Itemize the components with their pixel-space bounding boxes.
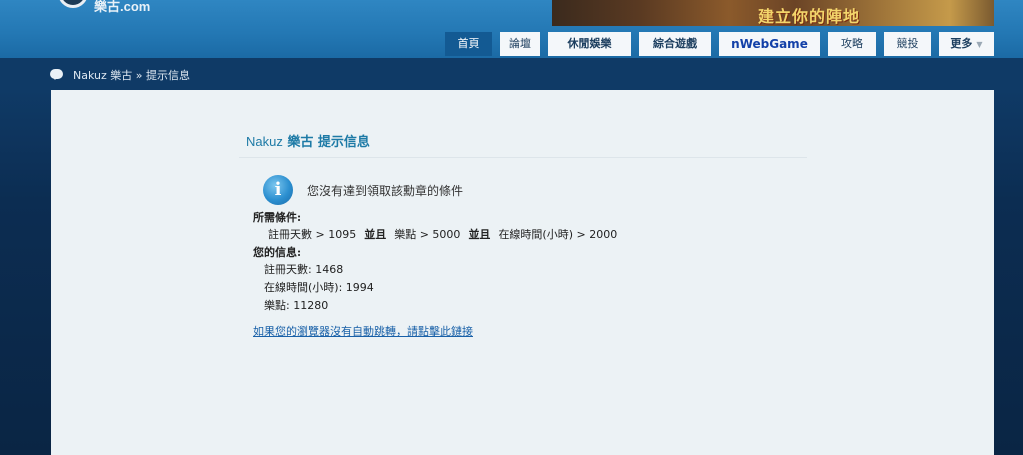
notice-message: 您沒有達到領取該勳章的條件 — [307, 184, 464, 198]
nav-item-guides[interactable]: 攻略 — [828, 32, 876, 56]
header-bar: 樂古.com 建立你的陣地 首頁 論壇 休閒娛樂 綜合遊戲 nWebGame 攻… — [0, 0, 1023, 58]
header-banner-ad[interactable]: 建立你的陣地 — [552, 0, 994, 26]
nav-item-games[interactable]: 綜合遊戲 — [639, 32, 711, 56]
nav-item-more[interactable]: 更多 ▼ — [939, 32, 994, 56]
notice-title-brand: Nakuz — [246, 134, 283, 149]
condition-item: 樂點 > 5000 — [394, 228, 461, 241]
nav-item-auction[interactable]: 競投 — [884, 32, 931, 56]
nav-item-nwebgame[interactable]: nWebGame — [719, 32, 820, 56]
notice-title: Nakuz 樂古 提示信息 — [239, 128, 807, 158]
nav-item-leisure[interactable]: 休閒娛樂 — [548, 32, 631, 56]
your-info-item: 註冊天數: 1468 — [264, 263, 344, 276]
nav-item-forum[interactable]: 論壇 — [500, 32, 540, 56]
nav-more-label: 更多 — [950, 37, 973, 50]
your-info-item: 在線時間(小時): 1994 — [264, 281, 374, 294]
condition-item: 在線時間(小時) > 2000 — [498, 228, 618, 241]
chevron-down-icon: ▼ — [976, 40, 983, 49]
notice-details: 所需條件: 註冊天數 > 1095 並且 樂點 > 5000 並且 在線時間(小時) >… — [253, 209, 793, 315]
required-conditions-line: 註冊天數 > 1095 並且 樂點 > 5000 並且 在線時間(小時) > 2000 — [253, 226, 793, 244]
redirect-link[interactable]: 如果您的瀏覽器沒有自動跳轉，請點擊此鏈接 — [253, 323, 473, 339]
nav-item-home[interactable]: 首頁 — [445, 32, 492, 56]
required-conditions-label: 所需條件: — [253, 211, 302, 224]
breadcrumb-text[interactable]: Nakuz 樂古 » 提示信息 — [73, 67, 190, 83]
breadcrumb: Nakuz 樂古 » 提示信息 — [0, 58, 1023, 90]
and-label: 並且 — [468, 228, 491, 241]
logo-emblem-icon — [58, 0, 88, 8]
your-info-item: 樂點: 11280 — [264, 299, 329, 312]
notice-box: Nakuz 樂古 提示信息 i 您沒有達到領取該勳章的條件 所需條件: 註冊天數… — [239, 128, 807, 338]
and-label: 並且 — [364, 228, 387, 241]
condition-item: 註冊天數 > 1095 — [268, 228, 357, 241]
your-info-label: 您的信息: — [253, 246, 302, 259]
main-content-panel: Nakuz 樂古 提示信息 i 您沒有達到領取該勳章的條件 所需條件: 註冊天數… — [51, 90, 994, 455]
banner-text: 建立你的陣地 — [758, 7, 861, 26]
speech-bubble-icon — [50, 69, 63, 80]
notice-title-text: 樂古 提示信息 — [287, 135, 370, 150]
info-icon: i — [263, 175, 293, 205]
logo-text: 樂古.com — [94, 0, 151, 14]
